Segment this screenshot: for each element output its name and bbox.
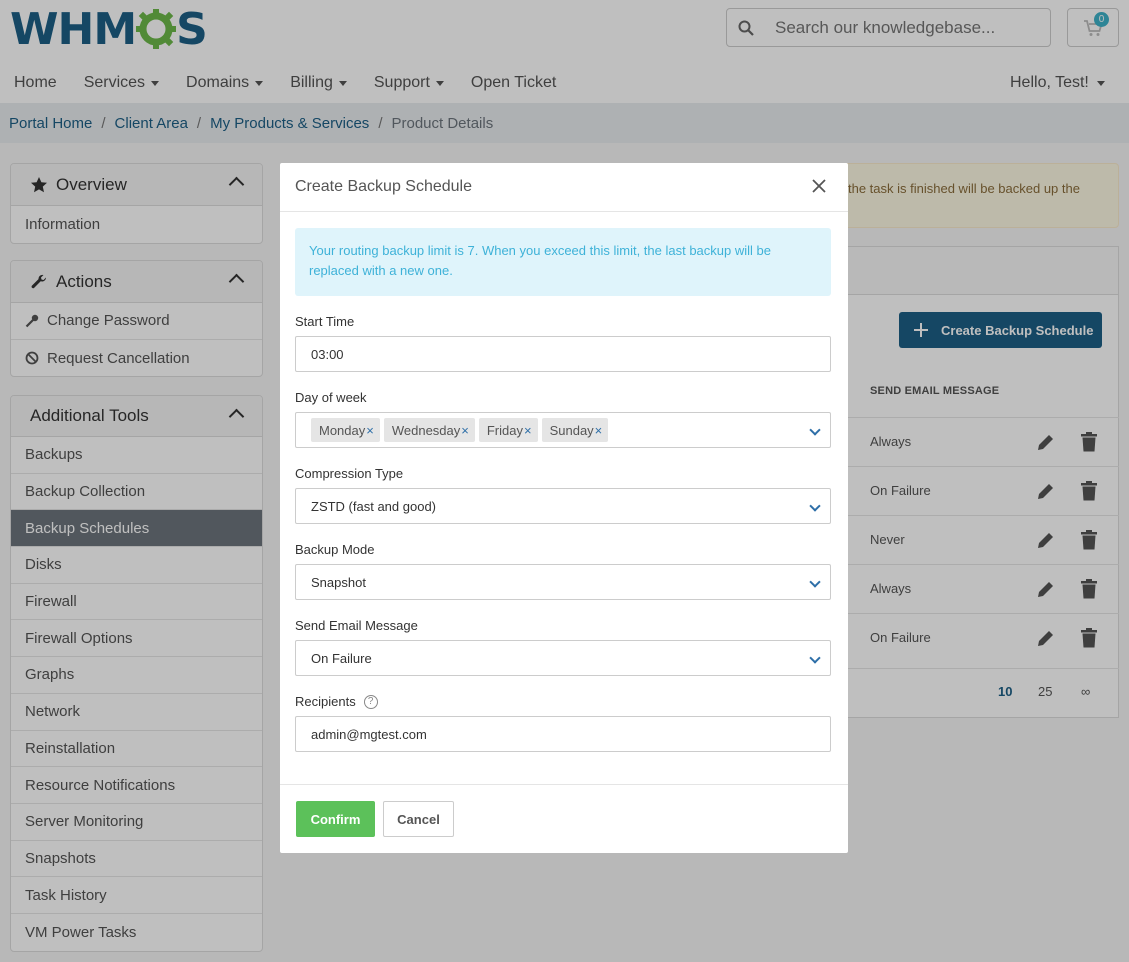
confirm-button[interactable]: Confirm (296, 801, 375, 837)
start-time-label-text: Start Time (295, 314, 355, 329)
day-of-week-label: Day of week (295, 390, 367, 405)
recipients-label: Recipients ? (295, 694, 378, 709)
close-icon[interactable] (812, 179, 826, 193)
recipients-value: admin@mgtest.com (311, 726, 427, 742)
compression-type-label-text: Compression Type (295, 466, 404, 481)
modal-footer-divider (280, 784, 848, 785)
compression-type-value: ZSTD (fast and good) (311, 498, 436, 514)
backup-mode-value: Snapshot (311, 574, 366, 590)
chevron-down-icon (809, 652, 821, 664)
start-time-input[interactable]: 03:00 (295, 336, 831, 372)
chevron-down-icon[interactable] (809, 424, 821, 436)
backup-mode-label: Backup Mode (295, 542, 375, 557)
day-tag-sunday: Sunday × (541, 418, 609, 442)
recipients-label-text: Recipients (295, 694, 356, 709)
backup-mode-select[interactable]: Snapshot (295, 564, 831, 600)
compression-type-label: Compression Type (295, 466, 403, 481)
create-backup-schedule-modal: Create Backup Schedule Your routing back… (280, 163, 848, 853)
day-tag-monday: Monday × (311, 418, 380, 442)
send-email-message-select[interactable]: On Failure (295, 640, 831, 676)
start-time-label: Start Time (295, 314, 354, 329)
day-of-week-multiselect[interactable]: Monday × Wednesday × Friday × Sunday × (295, 412, 831, 448)
day-of-week-label-text: Day of week (295, 390, 367, 405)
day-tag-friday: Friday × (478, 418, 538, 442)
recipients-input[interactable]: admin@mgtest.com (295, 716, 831, 752)
backup-limit-info: Your routing backup limit is 7. When you… (295, 228, 831, 296)
cancel-button[interactable]: Cancel (383, 801, 454, 837)
backup-mode-label-text: Backup Mode (295, 542, 375, 557)
chevron-down-icon (809, 500, 821, 512)
send-email-message-label: Send Email Message (295, 618, 418, 633)
day-tag-label: Wednesday (391, 422, 461, 438)
modal-title: Create Backup Schedule (295, 178, 472, 195)
help-icon[interactable]: ? (363, 694, 378, 709)
remove-tag-icon[interactable]: × (524, 423, 532, 438)
start-time-value: 03:00 (311, 346, 344, 362)
day-tag-label: Friday (486, 422, 523, 438)
day-tag-label: Monday (319, 422, 366, 438)
compression-type-select[interactable]: ZSTD (fast and good) (295, 488, 831, 524)
send-email-message-value: On Failure (311, 650, 372, 666)
remove-tag-icon[interactable]: × (461, 423, 469, 438)
day-tag-label: Sunday (549, 422, 594, 438)
remove-tag-icon[interactable]: × (366, 423, 374, 438)
send-email-message-label-text: Send Email Message (295, 618, 418, 633)
selected-days: Monday × Wednesday × Friday × Sunday × (311, 418, 612, 442)
chevron-down-icon (809, 576, 821, 588)
remove-tag-icon[interactable]: × (595, 423, 603, 438)
modal-header: Create Backup Schedule (280, 163, 848, 212)
day-tag-wednesday: Wednesday × (383, 418, 475, 442)
